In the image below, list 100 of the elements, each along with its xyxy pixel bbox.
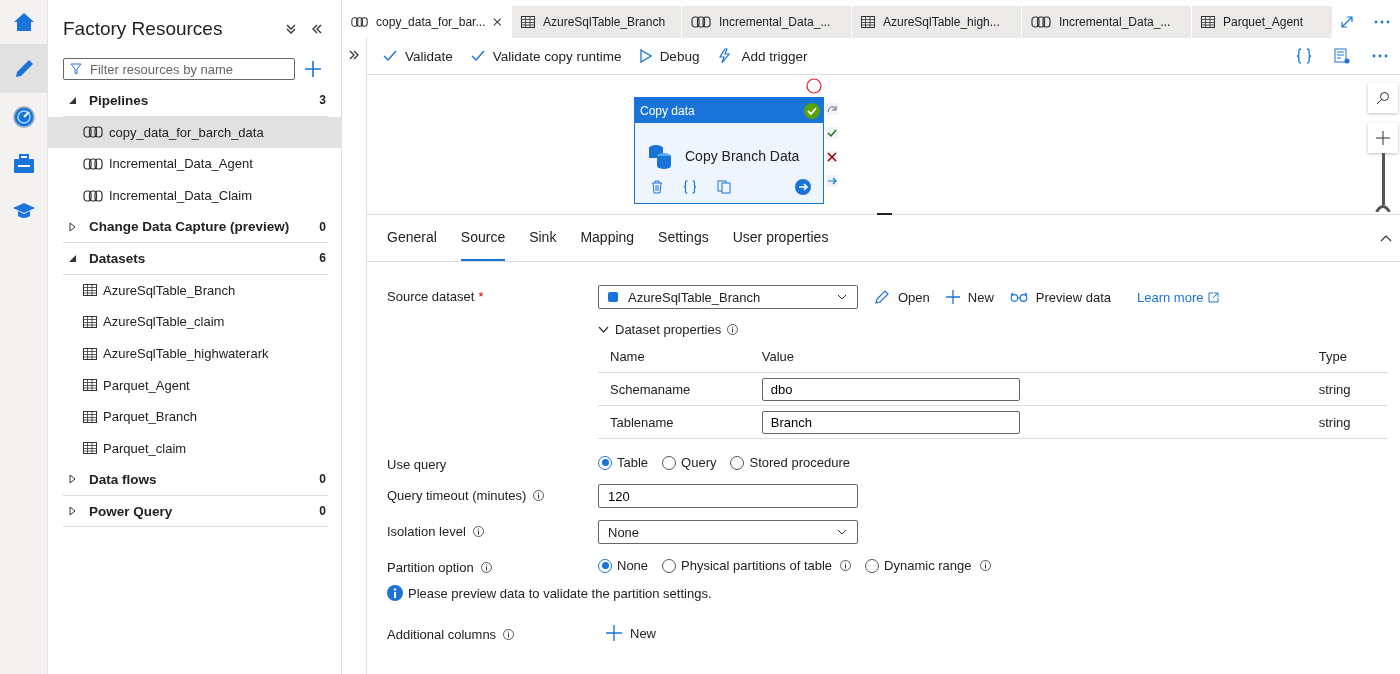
table-cell: string: [1306, 372, 1388, 406]
document-tab[interactable]: AzureSqlTable_Branch: [512, 6, 682, 38]
document-tab[interactable]: AzureSqlTable_high...: [852, 6, 1022, 38]
panel-tab[interactable]: Sink: [529, 215, 557, 261]
external-link-icon: [1208, 291, 1220, 303]
more-icon[interactable]: [1374, 20, 1390, 24]
dataset-dropdown[interactable]: AzureSqlTable_Branch: [598, 285, 858, 309]
toolbar-button[interactable]: Debug: [639, 48, 700, 64]
tree-item[interactable]: AzureSqlTable_highwaterark: [48, 337, 342, 370]
tree-item[interactable]: Incremental_Data_Agent: [48, 148, 342, 180]
toolbar-button[interactable]: Validate: [383, 48, 453, 64]
info-icon: [387, 585, 403, 601]
pencil-icon: [874, 289, 890, 305]
radio-option[interactable]: Dynamic range: [865, 558, 991, 573]
document-tab[interactable]: Incremental_Data_...: [682, 6, 852, 38]
tree-item[interactable]: copy_data_for_barch_data: [48, 116, 342, 149]
play-icon: [639, 49, 652, 63]
field-label: Source dataset: [387, 289, 475, 304]
table-icon: [83, 315, 97, 328]
item-count: 6: [319, 251, 327, 266]
check-icon[interactable]: [826, 127, 838, 139]
panel-tab[interactable]: Mapping: [580, 215, 635, 261]
double-chevron-left-icon[interactable]: [311, 23, 323, 35]
collapse-all-icon[interactable]: [285, 23, 297, 35]
plus-icon: [606, 625, 622, 641]
properties-icon[interactable]: [1334, 48, 1350, 64]
activity-type: Copy data: [640, 103, 695, 118]
tree-item[interactable]: Parquet_Branch: [48, 400, 342, 433]
panel-tab[interactable]: User properties: [732, 215, 829, 261]
new-button[interactable]: New: [606, 623, 656, 641]
tree-item[interactable]: Parquet_Agent: [48, 369, 342, 401]
search-button[interactable]: [1368, 83, 1398, 113]
action-button[interactable]: New: [945, 289, 994, 305]
cross-icon[interactable]: [826, 151, 838, 163]
tree-section[interactable]: Power Query 0: [63, 495, 328, 528]
close-icon[interactable]: [493, 17, 502, 27]
info-message: Please preview data to validate the partition settings.: [408, 585, 712, 601]
radio-option[interactable]: Table: [598, 455, 649, 470]
value-field[interactable]: dbo: [761, 377, 1020, 401]
tree-section[interactable]: Data flows 0: [63, 464, 328, 496]
table-icon: [1201, 16, 1215, 28]
field-label: Query timeout (minutes): [387, 488, 527, 503]
document-tab[interactable]: copy_data_for_bar...: [342, 6, 512, 38]
chevron-up-icon[interactable]: [1380, 234, 1392, 242]
plus-icon: [1376, 131, 1390, 145]
table-icon: [83, 410, 97, 423]
search-icon: [1376, 91, 1390, 105]
table-cell: Tablename: [598, 405, 750, 439]
copy-icon[interactable]: [717, 180, 731, 194]
double-chevron-right-icon[interactable]: [349, 50, 359, 60]
value-field[interactable]: Branch: [761, 410, 1020, 434]
learn-more-link[interactable]: Learn more: [1137, 289, 1220, 305]
toolbar-button[interactable]: Validate copy runtime: [470, 48, 622, 64]
more-icon[interactable]: [1372, 54, 1388, 58]
panel-tab[interactable]: Settings: [658, 215, 709, 261]
tree-item[interactable]: AzureSqlTable_claim: [48, 306, 342, 338]
panel-tab[interactable]: General: [387, 215, 437, 261]
check-icon: [470, 50, 485, 62]
toolbar-button[interactable]: Add trigger: [717, 48, 808, 64]
add-icon[interactable]: [304, 60, 322, 78]
item-count: 3: [319, 93, 327, 108]
arrow-circle-icon[interactable]: [795, 179, 811, 195]
tree-item[interactable]: Incremental_Data_Claim: [48, 179, 342, 212]
arrow-right-icon[interactable]: [826, 175, 838, 187]
expand-icon[interactable]: [1340, 15, 1354, 29]
table-cell: Schemaname: [598, 372, 750, 406]
action-button[interactable]: Preview data: [1009, 289, 1111, 305]
filter-field[interactable]: Filter resources by name: [63, 58, 295, 80]
document-tab[interactable]: Parquet_Agent: [1192, 6, 1332, 38]
splitter-handle[interactable]: [877, 213, 892, 215]
tree-item[interactable]: Parquet_claim: [48, 432, 342, 465]
glasses-icon: [1009, 292, 1028, 302]
action-button[interactable]: Open: [874, 289, 930, 305]
panel-tab[interactable]: Source: [460, 215, 506, 261]
circle-icon: [806, 78, 822, 94]
activity-node[interactable]: Copy data Copy Branch Data: [634, 97, 824, 204]
item-count: 0: [319, 504, 327, 518]
tree-section[interactable]: Datasets 6: [63, 242, 328, 275]
timeout-field[interactable]: 120: [598, 484, 858, 508]
section-toggle[interactable]: Dataset properties: [598, 322, 1392, 337]
radio-option[interactable]: None: [598, 558, 649, 573]
code-icon[interactable]: [683, 180, 697, 194]
tree-section[interactable]: Change Data Capture (preview) 0: [63, 211, 328, 243]
radio-option[interactable]: Stored procedure: [730, 455, 850, 470]
tree-section[interactable]: Pipelines 3: [63, 85, 328, 117]
pipeline-icon: [83, 158, 103, 170]
radio-option[interactable]: Physical partitions of table: [662, 558, 852, 573]
trash-icon[interactable]: [651, 180, 663, 194]
pipeline-icon: [83, 189, 103, 202]
item-count: 0: [319, 219, 327, 234]
pipeline-icon: [1031, 16, 1051, 28]
tree-item[interactable]: AzureSqlTable_Branch: [48, 274, 342, 307]
code-icon[interactable]: [1296, 48, 1312, 64]
zoom-in-button[interactable]: [1368, 123, 1398, 153]
pipeline-icon: [83, 126, 103, 139]
skip-arrow-icon[interactable]: [826, 103, 838, 115]
isolation-dropdown[interactable]: None: [598, 520, 858, 544]
document-tab[interactable]: Incremental_Data_...: [1022, 6, 1192, 38]
slider-thumb[interactable]: [1375, 205, 1391, 212]
radio-option[interactable]: Query: [662, 455, 717, 470]
